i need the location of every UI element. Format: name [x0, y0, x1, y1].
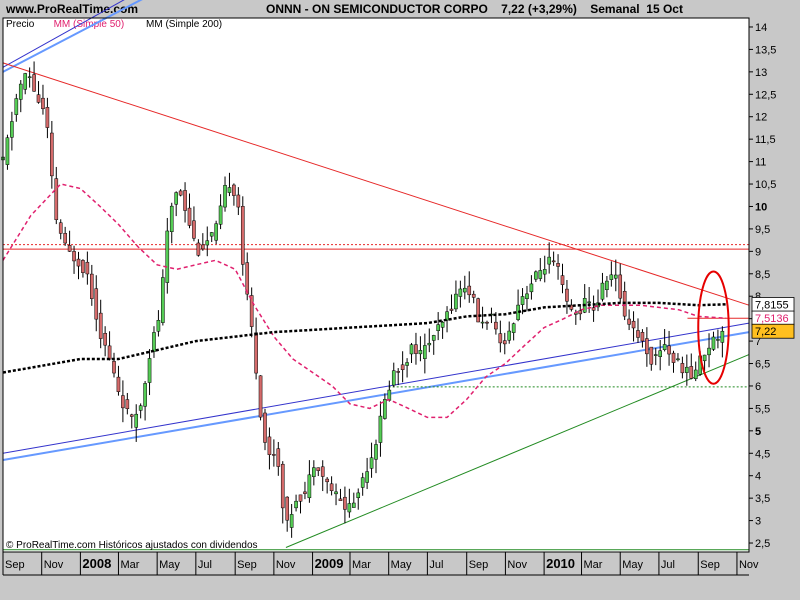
- price-tag-label: 7,8155: [755, 299, 789, 311]
- candle: [476, 297, 480, 323]
- x-tick-label: Sep: [237, 559, 257, 571]
- y-tick-label: 10: [755, 201, 767, 213]
- x-tick-label: Nov: [276, 559, 296, 571]
- x-tick-label: Mar: [120, 559, 139, 571]
- y-tick-label: 4,5: [755, 448, 770, 460]
- price-tag-label: 7,5136: [755, 313, 789, 325]
- price-tags: 7,8155 7,51367,22: [751, 297, 795, 339]
- price-tag-label: 7,22: [755, 326, 776, 338]
- footer-note: © ProRealTime.com Históricos ajustados c…: [6, 540, 258, 551]
- price-tag: 7,22: [751, 323, 795, 339]
- y-tick-label: 13: [755, 67, 767, 79]
- candle: [5, 134, 10, 170]
- x-tick-label: 2010: [546, 556, 575, 571]
- y-tick-label: 9: [755, 246, 761, 258]
- y-tick-label: 5,5: [755, 403, 770, 415]
- y-tick-label: 5: [755, 426, 761, 438]
- x-tick-label: May: [391, 559, 412, 571]
- candle: [258, 375, 263, 421]
- x-tick-label: Nov: [44, 559, 64, 571]
- y-tick-label: 12,5: [755, 89, 776, 101]
- x-tick-label: Sep: [5, 559, 25, 571]
- price-tag: 7,5136: [751, 310, 795, 326]
- y-tick-label: 4: [755, 471, 761, 483]
- x-tick-label: May: [622, 559, 643, 571]
- candle: [161, 269, 165, 326]
- y-tick-label: 12: [755, 112, 767, 124]
- legend-entry: Precio: [6, 19, 35, 30]
- y-tick-label: 2,5: [755, 538, 770, 550]
- x-tick-label: Jul: [661, 559, 675, 571]
- price-chart[interactable]: Precio MM (Simple 50) MM (Simple 200) 2,5 3 3…: [0, 0, 800, 600]
- y-tick-label: 3: [755, 516, 761, 528]
- x-tick-label: Nov: [507, 559, 527, 571]
- legend-entry: MM (Simple 50): [54, 19, 125, 30]
- y-tick-label: 13,5: [755, 44, 776, 56]
- y-tick-label: 11,5: [755, 134, 776, 146]
- candle: [240, 196, 245, 276]
- x-tick-label: Mar: [584, 559, 603, 571]
- x-tick-label: 2009: [315, 556, 344, 571]
- y-tick-label: 10,5: [755, 179, 776, 191]
- x-tick-label: May: [159, 559, 180, 571]
- x-tick-label: Sep: [469, 559, 489, 571]
- y-tick-label: 11: [755, 157, 766, 169]
- y-tick-label: 14: [755, 22, 767, 34]
- x-tick-label: Mar: [352, 559, 371, 571]
- x-tick-label: Jul: [198, 559, 212, 571]
- x-axis: Sep Nov 2008 Mar May Jul Sep Nov 2009 Mar May Jul Se…: [2, 552, 759, 576]
- x-tick-label: Jul: [429, 559, 443, 571]
- y-tick-label: 3,5: [755, 493, 770, 505]
- chart-window: www.ProRealTime.com ONNN - ON SEMICONDUC…: [0, 0, 800, 600]
- x-tick-label: 2008: [82, 556, 111, 571]
- y-tick-label: 9,5: [755, 224, 770, 236]
- y-tick-label: 6: [755, 381, 761, 393]
- y-tick-label: 6,5: [755, 359, 770, 371]
- legend-entry: MM (Simple 200): [146, 19, 222, 30]
- x-tick-label: Sep: [700, 559, 720, 571]
- price-tag: 7,8155: [751, 297, 795, 312]
- x-tick-label: Nov: [739, 559, 759, 571]
- y-tick-label: 8,5: [755, 269, 770, 281]
- y-axis: 2,533,544,555,566,577,588,599,51010,5111…: [749, 22, 776, 550]
